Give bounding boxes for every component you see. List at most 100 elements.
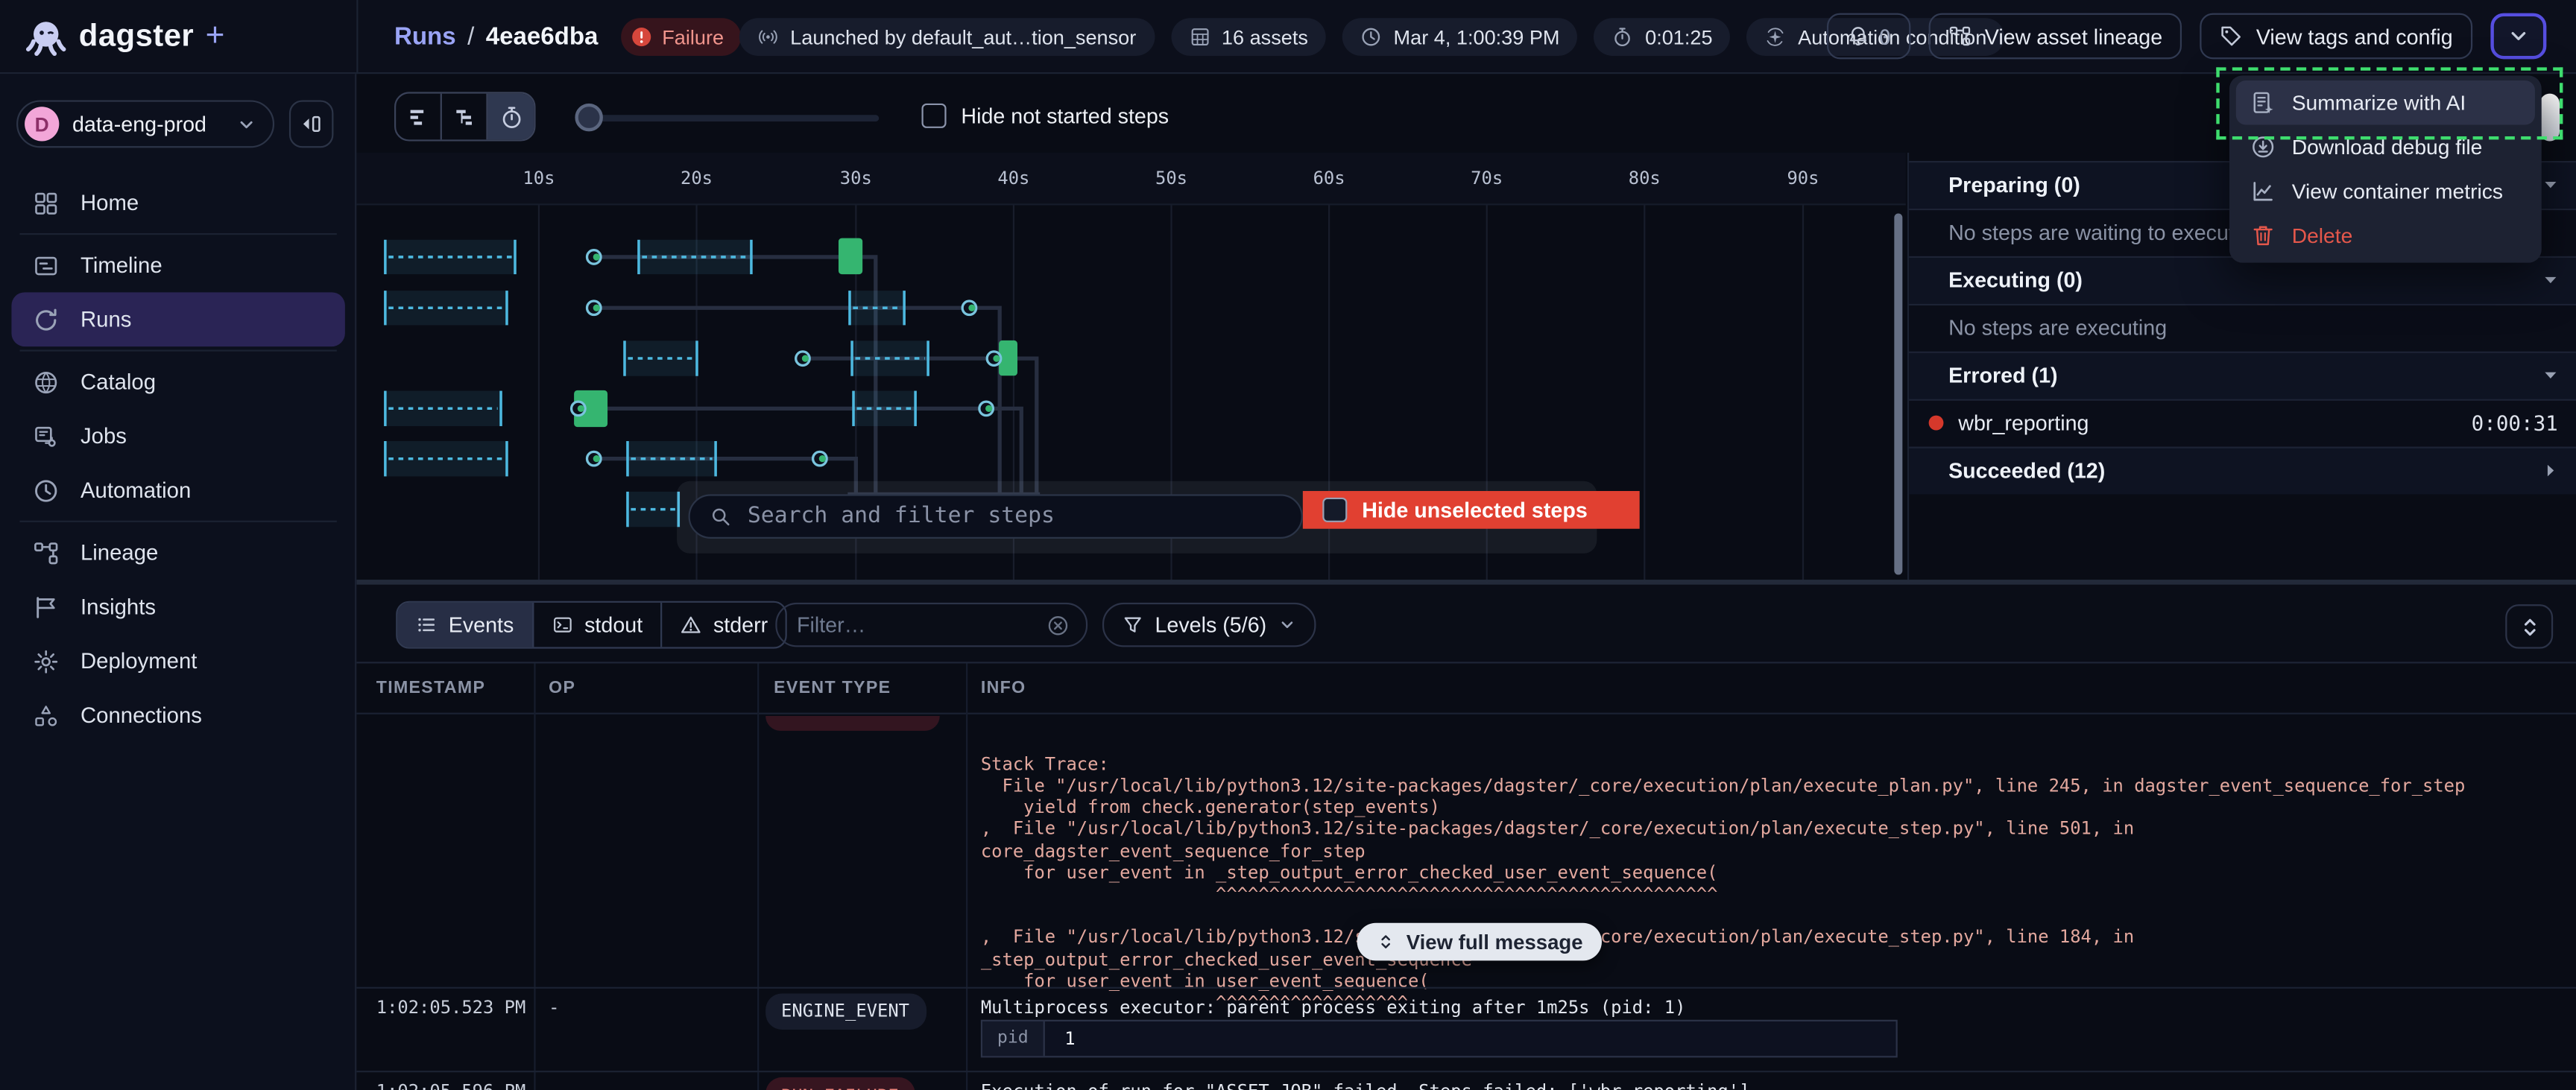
events-filter-input[interactable] <box>794 611 1034 639</box>
tag-icon <box>2220 25 2243 48</box>
timeline-icon <box>33 252 59 278</box>
event-timestamp: 1:02:05.596 PM <box>376 1080 526 1090</box>
run-tag-badges: Launched by default_aut…tion_sensor16 as… <box>739 18 2005 56</box>
tab-stdout[interactable]: stdout <box>534 603 663 647</box>
sidebar-item-deployment[interactable]: Deployment <box>0 634 356 688</box>
topbar-actions: 0 View asset lineage View tags and confi… <box>1826 13 2546 60</box>
hide-not-started-control: Hide not started steps <box>922 104 1169 128</box>
notifications-button[interactable]: 0 <box>1826 13 1911 60</box>
flat-steps-icon <box>405 104 430 129</box>
panel-section-errored[interactable]: Errored (1) <box>1909 351 2576 399</box>
sidebar-item-home[interactable]: Home <box>0 176 356 230</box>
chevron-down-icon <box>2507 25 2530 48</box>
lineage-icon <box>1948 25 1972 48</box>
menu-item-download-debug-file[interactable]: Download debug file <box>2236 125 2535 170</box>
sidebar-divider <box>19 233 336 235</box>
bell-icon <box>1846 25 1869 48</box>
sidebar-item-jobs[interactable]: Jobs <box>0 409 356 463</box>
brand[interactable]: dagster + <box>25 0 224 74</box>
levels-dropdown[interactable]: Levels (5/6) <box>1102 603 1316 647</box>
panel-step-wbr_reporting[interactable]: wbr_reporting0:00:31 <box>1909 398 2576 446</box>
menu-item-view-container-metrics[interactable]: View container metrics <box>2236 169 2535 214</box>
gantt-vertical-scrollbar[interactable] <box>1893 214 1902 575</box>
view-full-message-button[interactable]: View full message <box>1357 923 1603 961</box>
sidebar-item-automation[interactable]: Automation <box>0 463 356 518</box>
menu-item-delete[interactable]: Delete <box>2236 214 2535 259</box>
expand-updown-icon <box>2518 615 2541 638</box>
sidebar-collapse-button[interactable] <box>289 100 334 148</box>
event-metadata-table: pid 1 <box>981 1019 1898 1057</box>
sidebar-item-connections[interactable]: Connections <box>0 688 356 743</box>
broadcast-icon <box>757 26 779 48</box>
breadcrumb-runs-link[interactable]: Runs <box>394 23 456 51</box>
run-tag-badge: 0:01:25 <box>1594 18 1731 56</box>
lineage-icon <box>33 539 59 565</box>
metadata-key: pid <box>982 1021 1045 1055</box>
view-asset-lineage-label: View asset lineage <box>1985 24 2162 48</box>
slider-thumb[interactable] <box>575 103 602 130</box>
home-icon <box>33 190 59 216</box>
events-tabs: Eventsstdoutstderr <box>396 601 787 649</box>
clock-icon <box>1360 26 1382 48</box>
deployment-avatar: D <box>25 107 59 141</box>
col-info: INFO <box>981 678 1026 697</box>
gantt-zoom-slider-thumb[interactable] <box>2540 94 2560 142</box>
tab-events[interactable]: Events <box>397 603 533 647</box>
sidebar-item-lineage[interactable]: Lineage <box>0 525 356 580</box>
view-tags-config-button[interactable]: View tags and config <box>2200 13 2472 60</box>
events-filter-field[interactable] <box>775 603 1087 647</box>
row-divider <box>356 987 2576 989</box>
insights-icon <box>33 594 59 620</box>
funnel-icon <box>1122 614 1143 636</box>
event-op: - <box>549 1080 559 1090</box>
dagster-logo-icon <box>25 16 67 58</box>
dagster-run-page: dagster + Runs / 4eae6dba Failure Launch… <box>0 0 2576 1090</box>
event-op: - <box>549 997 559 1018</box>
sidebar-nav: Home TimelineRuns CatalogJobsAutomation Lin… <box>0 176 356 742</box>
connections-icon <box>33 702 59 728</box>
hide-not-started-checkbox[interactable] <box>922 104 947 128</box>
gantt-horizontal-scrollbar[interactable] <box>356 579 2576 583</box>
col-event-type: EVENT TYPE <box>774 678 891 697</box>
waterfall-steps-icon <box>452 104 476 129</box>
status-badge-label: Failure <box>662 25 724 48</box>
sidebar-item-insights[interactable]: Insights <box>0 580 356 634</box>
gantt-timed-view-button[interactable] <box>488 94 534 140</box>
gantt-waterfall-view-button[interactable] <box>442 94 488 140</box>
menu-item-summarize-with-ai[interactable]: Summarize with AI <box>2236 80 2535 125</box>
automation-condition-icon <box>1765 26 1787 48</box>
step-search-input[interactable] <box>744 501 1281 531</box>
hide-unselected-checkbox[interactable] <box>1322 497 1347 522</box>
hide-not-started-label: Hide not started steps <box>961 104 1169 128</box>
clear-filter-icon[interactable] <box>1046 613 1070 636</box>
catalog-icon <box>33 369 59 395</box>
deployment-selector[interactable]: D data-eng-prod <box>16 100 274 148</box>
stopwatch-icon <box>1612 26 1634 48</box>
summarize-icon <box>2251 90 2276 115</box>
scrolled-event-badge <box>765 716 939 731</box>
more-actions-button[interactable] <box>2490 13 2546 60</box>
stack-trace-text: Stack Trace: File "/usr/local/lib/python… <box>981 753 2558 1004</box>
gantt-flat-view-button[interactable] <box>396 94 442 140</box>
run-tag-badge: Launched by default_aut…tion_sensor <box>739 18 1155 56</box>
deployment-name: data-eng-prod <box>72 112 224 136</box>
run-actions-menu: Summarize with AIDownload debug fileView… <box>2229 75 2542 262</box>
search-icon <box>710 505 731 527</box>
panel-section-succeeded[interactable]: Succeeded (12) <box>1909 446 2576 493</box>
event-timestamp: 1:02:05.523 PM <box>376 997 526 1018</box>
sidebar-item-catalog[interactable]: Catalog <box>0 355 356 409</box>
assets-grid-icon <box>1189 26 1210 48</box>
tab-stderr[interactable]: stderr <box>663 603 786 647</box>
event-info: Multiprocess executor: parent process ex… <box>981 996 1686 1018</box>
expand-updown-icon <box>1377 933 1395 951</box>
view-asset-lineage-button[interactable]: View asset lineage <box>1929 13 2182 60</box>
col-op: OP <box>549 678 575 697</box>
step-search-field[interactable] <box>689 493 1303 539</box>
events-toolbar: Eventsstdoutstderr Levels (5/6) <box>356 583 2576 663</box>
gantt-zoom-slider[interactable] <box>578 114 879 121</box>
sidebar-divider <box>19 349 336 351</box>
column-divider <box>533 663 534 1090</box>
expand-log-panel-button[interactable] <box>2505 604 2553 649</box>
sidebar-item-runs[interactable]: Runs <box>11 292 344 346</box>
sidebar-item-timeline[interactable]: Timeline <box>0 238 356 293</box>
